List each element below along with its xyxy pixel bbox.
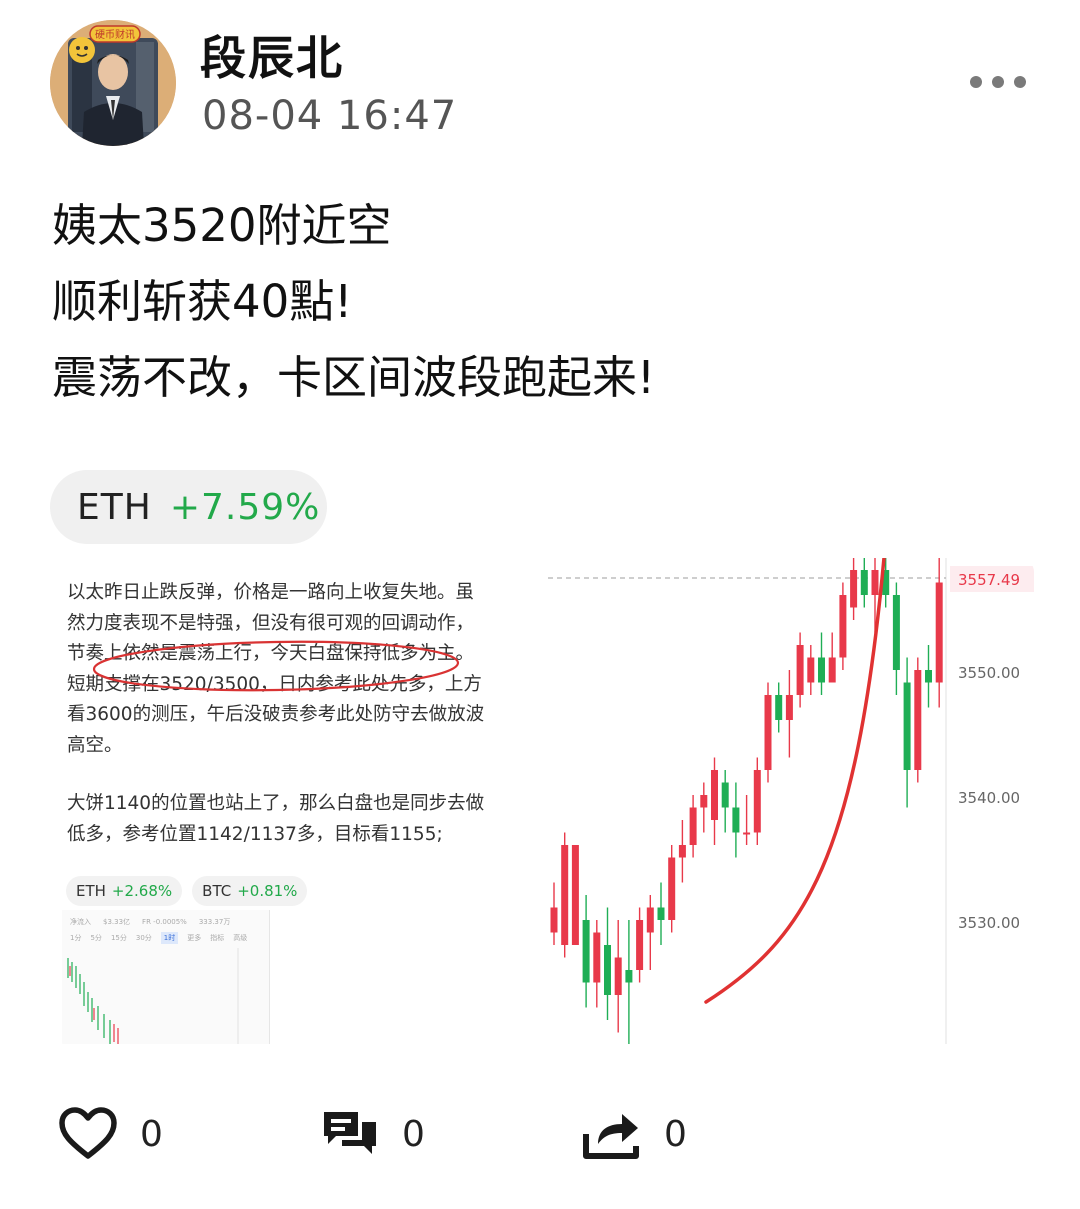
mini-text: 333.37万 [198,918,231,926]
post-line: 震荡不改，卡区间波段跑起来! [52,351,656,404]
candle-down [818,657,825,683]
candle-down [860,570,868,595]
mini-chip-eth: ETH +2.68% [66,876,183,906]
candle-up [711,770,718,820]
analysis-line: 低多，参考位置1142/1137多，目标看1155; [67,823,443,845]
mini-chip-btc: BTC +0.81% [192,876,308,906]
candle-up [593,932,601,983]
author-name[interactable]: 段辰北 [200,22,344,88]
analysis-text: 以太昨日止跌反弹，价格是一路向上收复失地。虽 然力度表现不是特强，但没有很可观的… [67,578,527,850]
avatar-badge-text: 硬币财讯 [95,28,135,41]
candle-up [743,832,751,835]
candlestick-chart: 3557.49 3550.00 3540.00 3530.00 [546,558,1034,1044]
candle-up [785,695,793,720]
candle-down [903,682,911,770]
candle-down [732,807,740,833]
mini-tab: 15分 [110,934,127,942]
comment-count: 0 [402,1113,425,1155]
candle-up [850,570,858,608]
mini-tab: 更多 [187,934,202,942]
candle-up [646,907,654,933]
candle-up [668,857,676,920]
analysis-line: 高空。 [67,734,123,756]
action-bar: 0 0 0 [0,1090,1080,1190]
mini-chip-symbol: BTC [202,882,232,900]
ticker-change: +7.59% [169,486,321,528]
comment-button[interactable]: 0 [320,1106,425,1162]
red-curve-annotation [704,558,886,1004]
candlestick-svg: 3557.49 3550.00 3540.00 3530.00 [548,558,1034,1044]
candle-up [807,657,815,683]
mini-tab: 1时 [160,932,179,944]
candle-up [764,695,772,770]
post-body: 姨太3520附近空 顺利斩获40點! 震荡不改，卡区间波段跑起来! [52,188,655,416]
post-timestamp: 08-04 16:47 [202,93,458,139]
candle-up [689,807,697,845]
more-options-button[interactable] [962,66,1034,98]
mini-tab: 1分 [70,934,82,942]
candle-down [892,595,900,670]
mini-text: FR -0.0005% [142,918,187,926]
like-button[interactable]: 0 [58,1106,163,1162]
mini-chip-symbol: ETH [76,882,106,900]
candle-down [657,907,665,920]
more-dot-icon [1014,76,1026,88]
candle-up [678,845,686,858]
candle-up [636,920,644,970]
candle-up [935,582,943,683]
mini-chip-change: +0.81% [237,882,298,900]
share-icon [583,1114,639,1159]
mini-ticker-chips: ETH +2.68% BTC +0.81% [66,876,308,906]
candle-down [925,670,932,683]
candle-up [700,795,708,808]
red-ellipse-annotation [92,640,460,692]
mini-tab: 5分 [90,934,102,942]
candle-up [871,570,879,595]
y-tick-label: 3550.00 [958,664,1020,682]
candle-up [561,845,569,945]
post-line: 顺利斩获40點! [52,275,353,328]
current-price-label: 3557.49 [958,571,1020,589]
share-button[interactable]: 0 [582,1106,687,1162]
candle-down [775,695,783,720]
mini-text: 净流入 [70,918,91,926]
candle-up [828,657,836,683]
share-count: 0 [664,1113,687,1155]
candle-down [721,782,729,808]
candle-up [753,770,761,833]
more-dot-icon [992,76,1004,88]
candle-up [571,845,579,945]
y-tick-label: 3530.00 [958,914,1020,932]
analysis-line: 大饼1140的位置也站上了，那么白盘也是同步去做 [67,793,485,814]
candle-up [614,957,622,995]
analysis-screenshot: 以太昨日止跌反弹，价格是一路向上收复失地。虽 然力度表现不是特强，但没有很可观的… [50,558,532,1044]
mini-text: $3.33亿 [103,918,131,926]
analysis-line: 看3600的测压，午后没破责参考此处防守去做放波 [67,704,485,725]
more-dot-icon [970,76,982,88]
candle-down [625,970,633,983]
mini-chart-screenshot: 净流入 $3.33亿 FR -0.0005% 333.37万 1分 5分 15分… [62,910,270,1044]
mini-chip-change: +2.68% [111,882,173,900]
y-tick-label: 3540.00 [958,789,1020,807]
post-image[interactable]: 以太昨日止跌反弹，价格是一路向上收复失地。虽 然力度表现不是特强，但没有很可观的… [50,558,1034,1044]
mini-tab: 高级 [233,934,248,942]
mini-price-chart [67,948,239,1044]
analysis-line: 然力度表现不是特强，但没有很可观的回调动作， [67,612,475,634]
candle-up [796,645,804,695]
candle-up [550,907,558,933]
candle-down [604,945,611,995]
post-line: 姨太3520附近空 [52,199,392,252]
ticker-symbol: ETH [77,486,152,528]
candle-down [582,920,590,983]
comment-icon [324,1112,376,1154]
candle-up [839,595,847,658]
candle-up [914,670,922,770]
mini-tab: 30分 [135,934,152,942]
ticker-chip-eth[interactable]: ETH +7.59% [50,470,327,544]
avatar[interactable]: 硬币财讯 [50,20,176,146]
mini-tab: 指标 [210,934,225,942]
heart-icon [59,1107,117,1159]
analysis-line: 以太昨日止跌反弹，价格是一路向上收复失地。虽 [67,582,475,603]
like-count: 0 [140,1113,163,1155]
